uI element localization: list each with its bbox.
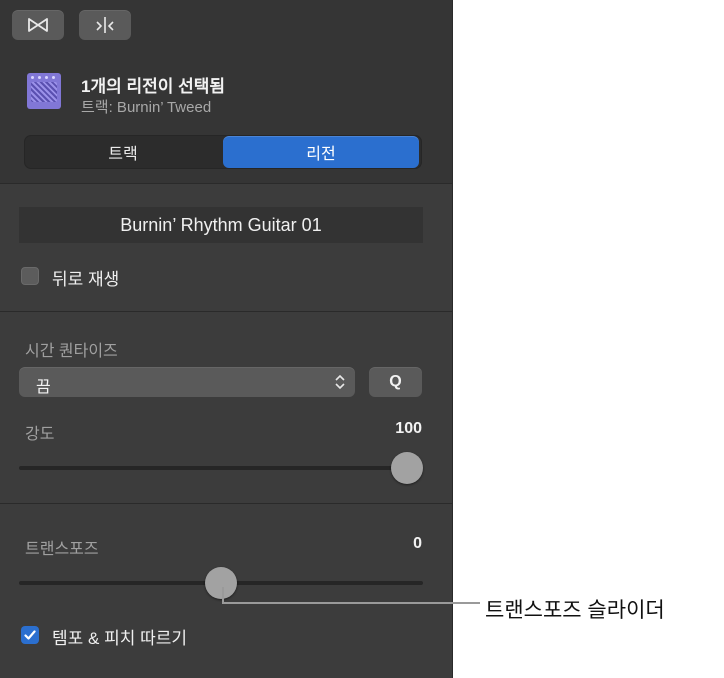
region-toggle-button[interactable] — [12, 10, 64, 40]
transpose-value: 0 — [413, 535, 422, 552]
strength-slider-track[interactable] — [19, 466, 423, 470]
split-arrows-icon — [96, 17, 114, 33]
strength-value: 100 — [395, 420, 422, 437]
inspector-tabs: 트랙 리전 — [24, 135, 422, 169]
checkmark-icon — [24, 630, 36, 640]
callout-line-horizontal — [222, 602, 480, 604]
split-button[interactable] — [79, 10, 131, 40]
quantize-select[interactable]: 끔 — [19, 367, 355, 397]
transpose-slider-thumb[interactable] — [205, 567, 237, 599]
quantize-selected: 끔 — [36, 379, 51, 396]
follow-tempo-checkbox[interactable] — [21, 626, 39, 644]
follow-tempo-label: 템포 & 피치 따르기 — [52, 629, 187, 648]
amp-icon — [27, 73, 61, 109]
divider — [0, 311, 452, 312]
divider — [0, 503, 452, 504]
tab-region[interactable]: 리전 — [223, 136, 419, 168]
reverse-label: 뒤로 재생 — [52, 270, 120, 289]
callout-label: 트랜스포즈 슬라이더 — [485, 599, 665, 622]
quantize-q-button[interactable]: Q — [369, 367, 422, 397]
quantize-label: 시간 퀀타이즈 — [25, 343, 118, 360]
transpose-label: 트랜스포즈 — [25, 541, 99, 558]
region-name-field[interactable]: Burnin’ Rhythm Guitar 01 — [19, 207, 423, 243]
region-inspector-panel: 1개의 리전이 선택됨 트랙: Burnin’ Tweed 트랙 리전 Burn… — [0, 0, 453, 678]
bowtie-icon — [28, 18, 48, 32]
strength-slider-thumb[interactable] — [391, 452, 423, 484]
selection-title: 1개의 리전이 선택됨 — [81, 77, 226, 96]
tab-track[interactable]: 트랙 — [25, 136, 221, 168]
inspector-header: 1개의 리전이 선택됨 트랙: Burnin’ Tweed 트랙 리전 — [0, 0, 452, 184]
selection-subtitle: 트랙: Burnin’ Tweed — [81, 99, 212, 116]
chevron-updown-icon — [335, 374, 345, 390]
strength-label: 강도 — [25, 426, 55, 443]
callout-line-vertical — [222, 587, 224, 603]
reverse-checkbox[interactable] — [21, 267, 39, 285]
